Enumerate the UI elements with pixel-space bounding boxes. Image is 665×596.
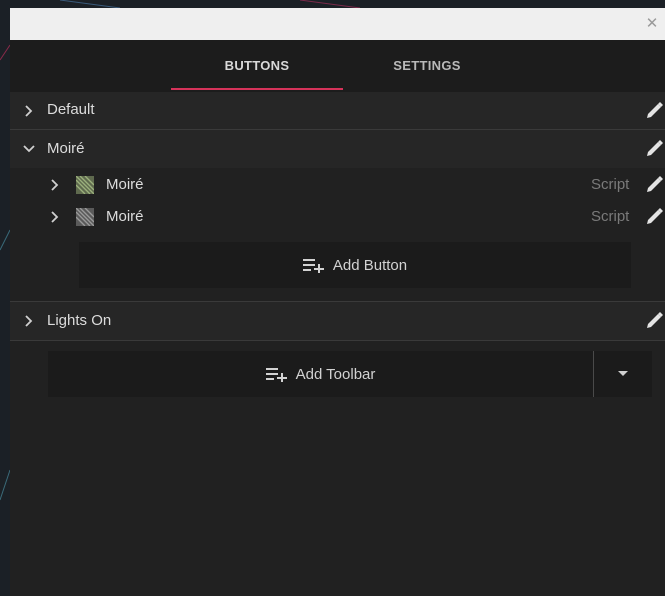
group-label: Moiré xyxy=(47,140,85,157)
chevron-down-icon[interactable] xyxy=(22,142,36,156)
add-toolbar-dropdown-button[interactable] xyxy=(594,351,652,397)
item-type-tag: Script xyxy=(591,208,630,225)
playlist-add-icon xyxy=(265,368,287,382)
title-bar: ✕ xyxy=(10,8,665,40)
pencil-icon[interactable] xyxy=(643,100,665,122)
close-icon[interactable]: ✕ xyxy=(643,14,661,32)
playlist-add-icon xyxy=(302,259,324,273)
pencil-icon[interactable] xyxy=(643,174,665,196)
group-row-moire[interactable]: Moiré xyxy=(10,130,665,168)
tab-buttons[interactable]: BUTTONS xyxy=(171,40,343,90)
add-button-label: Add Button xyxy=(332,256,408,274)
add-button-button[interactable]: Add Button xyxy=(79,242,631,288)
button-item[interactable]: Moiré Script xyxy=(10,202,665,232)
group-row-default[interactable]: Default xyxy=(10,92,665,130)
chevron-right-icon[interactable] xyxy=(22,314,36,328)
pencil-icon[interactable] xyxy=(643,206,665,228)
add-toolbar-label: Add Toolbar xyxy=(295,365,376,383)
button-item[interactable]: Moiré Script xyxy=(10,170,665,200)
tab-settings[interactable]: SETTINGS xyxy=(341,40,513,90)
item-type-tag: Script xyxy=(591,176,630,193)
chevron-right-icon[interactable] xyxy=(48,178,62,192)
divider xyxy=(10,340,665,341)
group-row-lights-on[interactable]: Lights On xyxy=(10,302,665,340)
caret-down-icon xyxy=(618,371,628,376)
item-label: Moiré xyxy=(106,176,144,193)
pencil-icon[interactable] xyxy=(643,310,665,332)
moire-thumbnail-icon xyxy=(75,207,95,227)
moire-thumbnail-icon xyxy=(75,175,95,195)
chevron-right-icon[interactable] xyxy=(22,104,36,118)
toolbars-dialog: ✕ BUTTONS SETTINGS Default Moiré Moiré S… xyxy=(10,8,665,596)
add-toolbar-button[interactable]: Add Toolbar xyxy=(48,351,593,397)
chevron-right-icon[interactable] xyxy=(48,210,62,224)
group-label: Lights On xyxy=(47,312,112,329)
active-tab-indicator xyxy=(171,88,343,90)
group-label: Default xyxy=(47,101,95,118)
pencil-icon[interactable] xyxy=(643,138,665,160)
item-label: Moiré xyxy=(106,208,144,225)
tab-bar: BUTTONS SETTINGS xyxy=(10,40,665,92)
